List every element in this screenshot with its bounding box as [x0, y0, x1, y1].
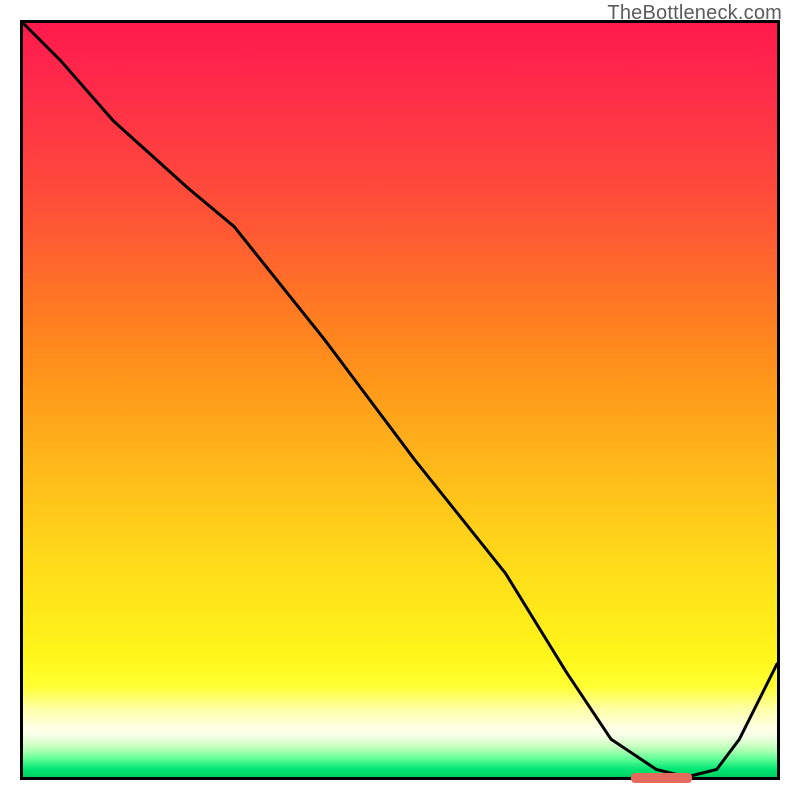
bottleneck-curve [23, 23, 777, 777]
curve-svg [23, 23, 777, 777]
optimal-range-marker [631, 773, 692, 783]
plot-frame [20, 20, 780, 780]
chart-container: TheBottleneck.com [0, 0, 800, 800]
